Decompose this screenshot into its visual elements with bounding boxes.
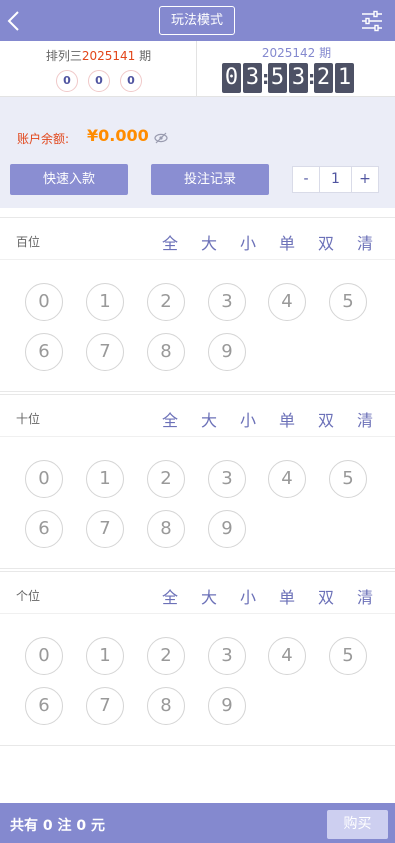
timer-digit: 1 — [335, 63, 354, 93]
position-header: 十位 全 大 小 单 双 清 — [0, 395, 395, 437]
previous-issue-title: 排列三2025141 期 — [0, 47, 197, 64]
number-ball[interactable]: 2 — [147, 637, 185, 675]
quick-all-button[interactable]: 全 — [158, 230, 182, 254]
number-ball[interactable]: 9 — [208, 687, 246, 725]
balance-value: ¥0.000 — [87, 126, 149, 145]
quick-all-button[interactable]: 全 — [158, 407, 182, 431]
bet-records-button[interactable]: 投注记录 — [151, 164, 269, 195]
number-ball[interactable]: 1 — [86, 637, 124, 675]
quick-even-button[interactable]: 双 — [314, 407, 338, 431]
position-block-tens: 十位 全 大 小 单 双 清 0 1 2 3 4 5 6 7 8 9 — [0, 394, 395, 569]
quick-small-button[interactable]: 小 — [236, 584, 260, 608]
stepper-plus-button[interactable]: + — [351, 166, 379, 193]
number-ball[interactable]: 8 — [147, 333, 185, 371]
number-ball[interactable]: 9 — [208, 510, 246, 548]
position-label: 个位 — [16, 589, 41, 603]
quick-all-button[interactable]: 全 — [158, 584, 182, 608]
number-ball[interactable]: 7 — [86, 510, 124, 548]
balance-label: 账户余额: — [17, 132, 70, 146]
number-ball[interactable]: 4 — [268, 283, 306, 321]
number-ball[interactable]: 3 — [208, 637, 246, 675]
quick-odd-button[interactable]: 单 — [275, 407, 299, 431]
number-ball[interactable]: 3 — [208, 283, 246, 321]
number-ball[interactable]: 0 — [25, 283, 63, 321]
position-block-hundreds: 百位 全 大 小 单 双 清 0 1 2 3 4 5 6 7 8 9 — [0, 217, 395, 392]
account-panel: 账户余额: ¥0.000 快速入款 投注记录 - 1 + — [0, 97, 395, 208]
result-ball: 0 — [88, 70, 110, 92]
number-ball[interactable]: 4 — [268, 637, 306, 675]
back-arrow-icon[interactable] — [4, 8, 28, 34]
previous-issue-panel: 排列三2025141 期 0 0 0 — [0, 41, 197, 97]
number-ball[interactable]: 0 — [25, 460, 63, 498]
number-ball[interactable]: 6 — [25, 687, 63, 725]
quick-big-button[interactable]: 大 — [197, 407, 221, 431]
number-ball[interactable]: 8 — [147, 687, 185, 725]
timer-digit: 3 — [289, 63, 308, 93]
quick-clear-button[interactable]: 清 — [353, 407, 377, 431]
top-header: 玩法模式 — [0, 0, 395, 41]
lottery-name: 排列三 — [45, 49, 82, 63]
position-block-units: 个位 全 大 小 单 双 清 0 1 2 3 4 5 6 7 8 9 — [0, 571, 395, 746]
stepper-value[interactable]: 1 — [320, 166, 351, 193]
quick-clear-button[interactable]: 清 — [353, 230, 377, 254]
previous-issue-number: 2025141 — [81, 49, 136, 63]
position-header: 个位 全 大 小 单 双 清 — [0, 572, 395, 614]
position-label: 百位 — [16, 235, 41, 249]
number-ball[interactable]: 9 — [208, 333, 246, 371]
number-ball[interactable]: 3 — [208, 460, 246, 498]
timer-digit: 3 — [243, 63, 262, 93]
quick-clear-button[interactable]: 清 — [353, 584, 377, 608]
multiplier-stepper: - 1 + — [292, 166, 379, 193]
number-ball[interactable]: 7 — [86, 687, 124, 725]
quick-big-button[interactable]: 大 — [197, 584, 221, 608]
play-mode-button[interactable]: 玩法模式 — [159, 6, 235, 35]
bet-summary: 共有 0 注 0 元 — [10, 818, 105, 834]
quick-odd-button[interactable]: 单 — [275, 230, 299, 254]
previous-result-balls: 0 0 0 — [56, 70, 142, 92]
quick-small-button[interactable]: 小 — [236, 407, 260, 431]
position-header: 百位 全 大 小 单 双 清 — [0, 218, 395, 260]
timer-digit: 0 — [222, 63, 241, 93]
number-ball[interactable]: 1 — [86, 460, 124, 498]
number-ball[interactable]: 6 — [25, 333, 63, 371]
timer-digit: 2 — [314, 63, 333, 93]
result-ball: 0 — [120, 70, 142, 92]
number-ball[interactable]: 5 — [329, 283, 367, 321]
number-ball[interactable]: 0 — [25, 637, 63, 675]
number-ball[interactable]: 2 — [147, 283, 185, 321]
number-ball[interactable]: 1 — [86, 283, 124, 321]
next-issue-title: 2025142 期 — [261, 46, 332, 60]
settings-sliders-icon[interactable] — [360, 9, 384, 33]
buy-button[interactable]: 购买 — [327, 810, 388, 839]
timer-digit: 5 — [268, 63, 287, 93]
issue-suffix: 期 — [135, 49, 152, 63]
eye-hidden-icon[interactable] — [154, 130, 168, 144]
quick-even-button[interactable]: 双 — [314, 584, 338, 608]
quick-small-button[interactable]: 小 — [236, 230, 260, 254]
quick-odd-button[interactable]: 单 — [275, 584, 299, 608]
quick-even-button[interactable]: 双 — [314, 230, 338, 254]
number-ball[interactable]: 5 — [329, 637, 367, 675]
number-ball[interactable]: 8 — [147, 510, 185, 548]
number-ball[interactable]: 6 — [25, 510, 63, 548]
result-ball: 0 — [56, 70, 78, 92]
number-ball[interactable]: 4 — [268, 460, 306, 498]
number-ball[interactable]: 7 — [86, 333, 124, 371]
quick-big-button[interactable]: 大 — [197, 230, 221, 254]
number-ball[interactable]: 2 — [147, 460, 185, 498]
quick-deposit-button[interactable]: 快速入款 — [10, 164, 128, 195]
countdown-timer: 0 3 : 5 3 : 2 1 — [222, 63, 368, 93]
bottom-bet-bar: 共有 0 注 0 元 购买 — [0, 803, 395, 843]
stepper-minus-button[interactable]: - — [292, 166, 320, 193]
number-ball[interactable]: 5 — [329, 460, 367, 498]
position-label: 十位 — [16, 412, 41, 426]
